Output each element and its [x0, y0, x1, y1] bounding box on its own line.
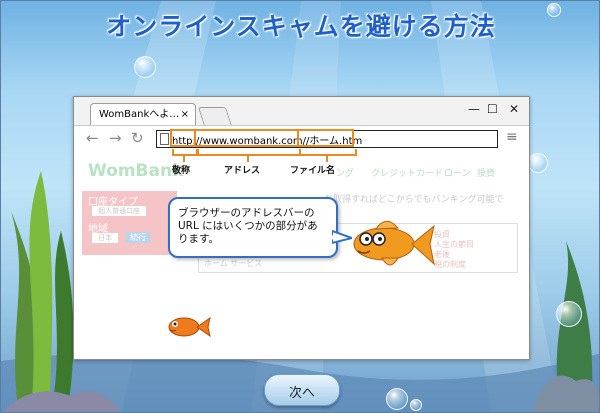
next-button-label: 次へ: [288, 386, 315, 401]
region-select: 日本: [92, 233, 118, 243]
bank-link: 税の制度: [434, 260, 466, 269]
bank-links: ホーム サービス: [204, 259, 263, 268]
bubble: [134, 56, 156, 78]
bank-banner: を取得すればどこからでもバンキング可能で: [324, 195, 504, 205]
maximize-button[interactable]: ☐: [487, 102, 498, 116]
speech-callout: ブラウザーのアドレスバーの URL にはいくつかの部分があります。: [168, 197, 338, 258]
bank-nav-item: ローン: [444, 169, 471, 179]
url-highlight-filename: [297, 129, 354, 147]
small-fish: [168, 316, 211, 338]
bubble: [528, 153, 548, 173]
bank-logo: WomBank: [88, 161, 184, 181]
address-bar[interactable]: http://www.wombank.com//ホーム.htm: [156, 129, 498, 148]
scene: オンラインスキャムを避ける方法 WomBankへよ… × — ☐ ✕ ← → ↻…: [0, 0, 600, 413]
bubble: [386, 388, 408, 410]
pointer-line: [183, 154, 185, 162]
address-bracket: [197, 149, 301, 156]
url-part-protocol-label: 敬称: [172, 166, 191, 176]
bubble: [556, 301, 582, 327]
url-highlight-protocol: [170, 129, 196, 147]
url-part-address-label: アドレス: [224, 166, 261, 176]
reload-icon[interactable]: ↻: [131, 129, 144, 147]
pointer-line: [247, 154, 249, 162]
minimize-button[interactable]: —: [468, 102, 480, 116]
pointer-line: [326, 154, 328, 162]
account-select: 個人普通口座: [92, 206, 146, 216]
forward-arrow-icon[interactable]: →: [109, 129, 122, 147]
continue-button: 続行: [126, 232, 150, 243]
guide-fish: [353, 220, 435, 266]
url-highlight-address: [194, 129, 299, 147]
url-part-filename-label: ファイル名: [290, 166, 336, 176]
browser-toolbar: ← → ↻ http://www.wombank.com//ホーム.htm ≡: [74, 125, 529, 152]
callout-text: ブラウザーのアドレスバーの URL にはいくつかの部分があります。: [178, 207, 318, 245]
bank-nav-item: 投資: [477, 169, 496, 179]
tab-close-button[interactable]: ×: [181, 104, 189, 126]
browser-titlebar: WomBankへよ… × — ☐ ✕: [74, 97, 529, 126]
bubble: [547, 3, 561, 17]
tab-label: WomBankへよ…: [99, 109, 180, 120]
close-window-button[interactable]: ✕: [509, 102, 519, 116]
bubble: [410, 399, 422, 411]
bank-nav-item: クレジットカード: [371, 169, 444, 179]
menu-icon[interactable]: ≡: [506, 129, 518, 145]
next-button[interactable]: 次へ: [264, 374, 340, 406]
page-icon: [160, 133, 169, 145]
back-arrow-icon[interactable]: ←: [86, 129, 99, 147]
browser-tab[interactable]: WomBankへよ… ×: [90, 103, 196, 125]
bank-nav-item: ング: [336, 169, 355, 179]
filename-bracket: [299, 149, 357, 156]
bank-sidebar: 口座タイプ 個人普通口座 地域 日本 続行: [82, 191, 177, 255]
protocol-bracket: [172, 149, 198, 156]
new-tab-button[interactable]: [197, 107, 233, 126]
page-title: オンラインスキャムを避ける方法: [106, 12, 496, 41]
